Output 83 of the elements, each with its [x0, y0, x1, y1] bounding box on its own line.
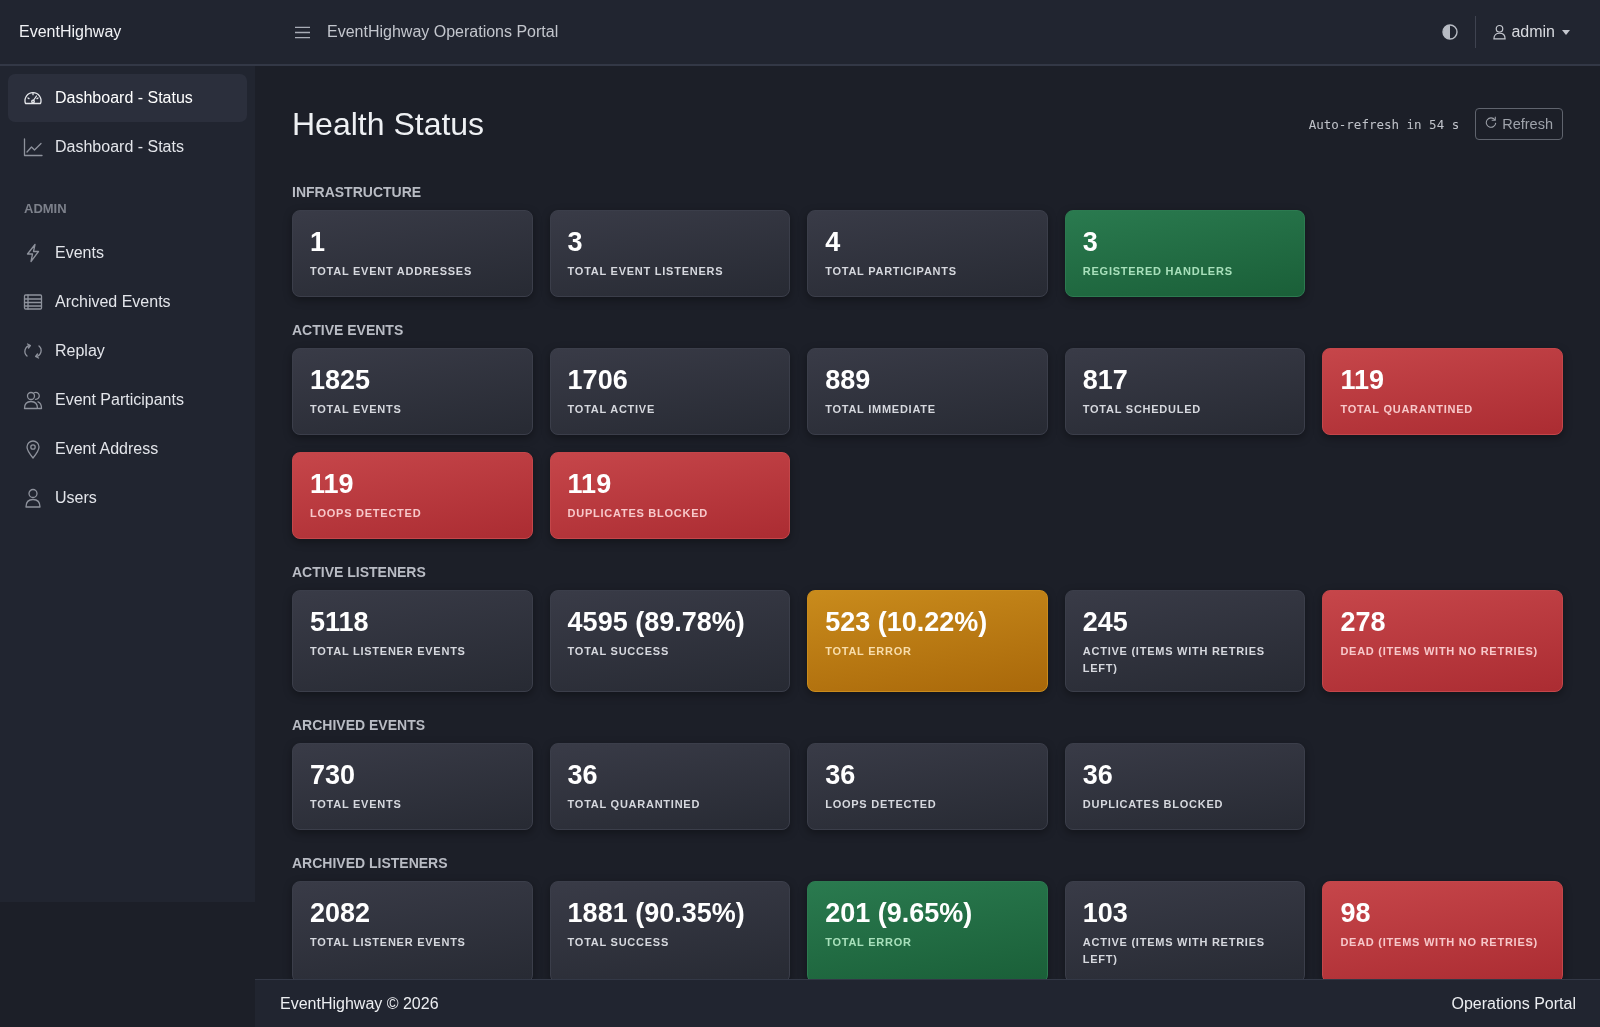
sidebar-item[interactable]: Users [8, 474, 247, 522]
stat-label: TOTAL QUARANTINED [567, 797, 702, 812]
sidebar-item[interactable]: Events [8, 229, 247, 277]
stat-label: DEAD (ITEMS WITH NO RETRIES) [1340, 644, 1539, 659]
stat-value: 119 [310, 469, 355, 499]
line-chart-icon [23, 137, 43, 157]
stat-value: 4 [825, 227, 842, 257]
sidebar-item[interactable]: Dashboard - Stats [8, 123, 247, 171]
stat-value: 98 [1340, 898, 1372, 928]
contrast-icon[interactable] [1442, 24, 1459, 40]
section-heading: INFRASTRUCTURE [292, 183, 423, 201]
user-menu[interactable]: admin [1493, 23, 1570, 41]
stat-label: LOOPS DETECTED [825, 797, 938, 812]
stat-value: 5118 [310, 607, 370, 637]
stat-label: TOTAL PARTICIPANTS [825, 264, 958, 279]
stat-value: 103 [1082, 898, 1129, 928]
people-icon [23, 390, 43, 410]
stat-label: TOTAL EVENTS [310, 402, 403, 417]
stat-label: DUPLICATES BLOCKED [567, 506, 709, 521]
nav-section-heading: ADMIN [23, 200, 68, 218]
section-heading: ACTIVE LISTENERS [292, 563, 427, 581]
refresh-icon [1485, 116, 1498, 128]
stat-label: TOTAL EVENTS [310, 797, 403, 812]
stat-label: TOTAL ERROR [825, 644, 913, 659]
stat-value: 1825 [310, 365, 372, 395]
sidebar-item[interactable]: Dashboard - Status [8, 74, 247, 122]
stat-label: LOOPS DETECTED [310, 506, 423, 521]
stat-label: TOTAL SUCCESS [567, 644, 671, 659]
stat-value: 36 [567, 760, 599, 790]
stat-value: 4595 (89.78%) [567, 607, 746, 637]
stat-label: TOTAL EVENT ADDRESSES [310, 264, 474, 279]
circular-arrows-icon [23, 341, 43, 361]
stat-value: 3 [567, 227, 584, 257]
stat-value: 119 [1340, 365, 1385, 395]
sidebar-item[interactable]: Event Address [8, 425, 247, 473]
stat-label: TOTAL ACTIVE [567, 402, 657, 417]
stat-label: TOTAL IMMEDIATE [825, 402, 937, 417]
stat-value: 36 [1082, 760, 1114, 790]
stat-label: TOTAL ERROR [825, 935, 913, 950]
stat-label: DUPLICATES BLOCKED [1082, 797, 1225, 812]
sidebar-item[interactable]: Replay [8, 327, 247, 375]
page-title: Health Status [292, 105, 485, 143]
stat-label: TOTAL SCHEDULED [1082, 402, 1202, 417]
stat-value: 36 [825, 760, 857, 790]
list-icon [23, 292, 43, 312]
person-icon [1493, 24, 1507, 40]
stat-value: 3 [1082, 227, 1099, 257]
stat-value: 523 (10.22%) [825, 607, 989, 637]
caret-icon [1562, 29, 1570, 35]
footer-copyright: EventHighway © 2026 [280, 994, 439, 1013]
sidebar-item[interactable]: Event Participants [8, 376, 247, 424]
map-pin-icon [23, 439, 43, 459]
stat-value: 245 [1082, 607, 1129, 637]
stat-value: 2082 [310, 898, 372, 928]
stat-value: 1881 (90.35%) [567, 898, 746, 928]
auto-refresh-countdown: Auto-refresh in 54 s [1308, 116, 1460, 132]
footer-portal-name: Operations Portal [1451, 994, 1576, 1013]
stat-value: 730 [310, 760, 357, 790]
stat-value: 1 [310, 227, 327, 257]
section-heading: ACTIVE EVENTS [292, 321, 405, 339]
brand-link[interactable]: EventHighway [19, 23, 122, 41]
section-heading: ARCHIVED EVENTS [292, 716, 427, 734]
stat-label: ACTIVE (ITEMS WITH RETRIES LEFT) [1082, 644, 1266, 676]
stat-label: REGISTERED HANDLERS [1082, 264, 1234, 279]
stat-label: TOTAL QUARANTINED [1340, 402, 1474, 417]
stat-value: 889 [825, 365, 872, 395]
portal-title: EventHighway Operations Portal [327, 23, 559, 41]
person-icon [23, 488, 43, 508]
stat-value: 278 [1340, 607, 1387, 637]
menu-icon[interactable] [295, 25, 310, 39]
section-heading: ARCHIVED LISTENERS [292, 854, 449, 872]
sidebar-item[interactable]: Archived Events [8, 278, 247, 326]
stat-label: TOTAL SUCCESS [567, 935, 671, 950]
stat-label: DEAD (ITEMS WITH NO RETRIES) [1340, 935, 1539, 950]
stat-value: 119 [567, 469, 613, 499]
stat-label: TOTAL LISTENER EVENTS [310, 644, 467, 659]
refresh-button[interactable]: Refresh [1475, 108, 1563, 140]
stat-label: TOTAL EVENT LISTENERS [567, 264, 725, 279]
stat-label: TOTAL LISTENER EVENTS [310, 935, 467, 950]
stat-value: 817 [1082, 365, 1129, 395]
stat-label: ACTIVE (ITEMS WITH RETRIES LEFT) [1082, 935, 1266, 967]
stat-value: 1706 [567, 365, 629, 395]
stat-value: 201 (9.65%) [825, 898, 974, 928]
